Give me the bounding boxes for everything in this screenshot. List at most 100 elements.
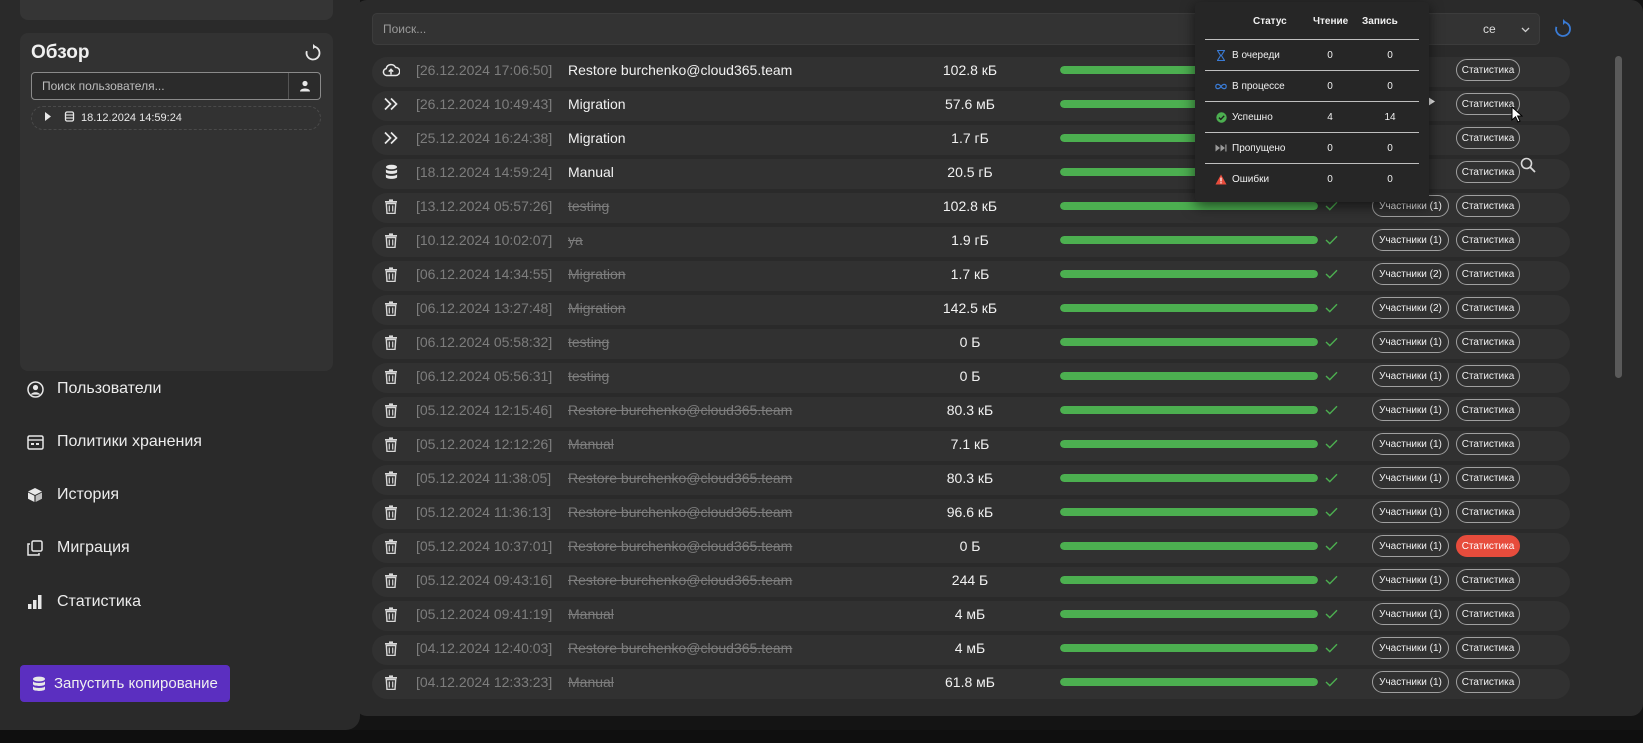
- participants-button[interactable]: Участники (1): [1372, 569, 1449, 591]
- statistics-button[interactable]: Статистика: [1456, 501, 1520, 523]
- statistics-button[interactable]: Статистика: [1456, 365, 1520, 387]
- nav-item-label: Статистика: [57, 593, 142, 610]
- trash-icon: [378, 368, 404, 384]
- statistics-button[interactable]: Статистика: [1456, 127, 1520, 149]
- participants-button[interactable]: Участники (1): [1372, 331, 1449, 353]
- job-row[interactable]: [05.12.2024 11:36:13] Restore burchenko@c…: [372, 495, 1570, 529]
- statistics-button[interactable]: Статистика: [1456, 637, 1520, 659]
- job-row[interactable]: [06.12.2024 05:56:31] testing 0 Б Участники…: [372, 359, 1570, 393]
- nav-item-users[interactable]: Пользователи: [26, 374, 326, 404]
- check-icon: [1325, 439, 1341, 449]
- trash-icon: [378, 538, 404, 554]
- row-search-button[interactable]: [1520, 157, 1538, 175]
- statistics-button[interactable]: Статистика: [1456, 433, 1520, 455]
- job-progress-fill: [1060, 440, 1318, 448]
- check-icon: [1325, 371, 1341, 381]
- job-size: 4 мБ: [954, 606, 986, 622]
- job-row[interactable]: [06.12.2024 14:34:55] Migration 1.7 кБ Учас…: [372, 257, 1570, 291]
- nav-item-label: Пользователи: [57, 380, 162, 397]
- job-row[interactable]: [06.12.2024 13:27:48] Migration 142.5 кБ Уч…: [372, 291, 1570, 325]
- start-backup-button[interactable]: Запустить копирование: [20, 665, 230, 702]
- job-size: 20.5 гБ: [947, 164, 993, 180]
- job-name: Restore burchenko@cloud365.team: [568, 640, 793, 656]
- job-row[interactable]: [10.12.2024 10:02:07] ya 1.9 гБ Участники (…: [372, 223, 1570, 257]
- participants-button[interactable]: Участники (1): [1372, 433, 1449, 455]
- job-row[interactable]: [04.12.2024 12:40:03] Restore burchenko@c…: [372, 631, 1570, 665]
- nav-item-migration[interactable]: Миграция: [26, 533, 326, 563]
- job-row[interactable]: [05.12.2024 12:15:46] Restore burchenko@c…: [372, 393, 1570, 427]
- job-row[interactable]: [05.12.2024 09:41:19] Manual 4 мБ Участники…: [372, 597, 1570, 631]
- nav-item-history[interactable]: История: [26, 480, 326, 510]
- nav-item-label: История: [57, 486, 120, 503]
- job-size: 142.5 кБ: [942, 300, 998, 316]
- job-date: [05.12.2024 12:15:46]: [416, 402, 553, 418]
- participants-button[interactable]: Участники (1): [1372, 467, 1449, 489]
- scrollbar-thumb[interactable]: [1615, 56, 1622, 378]
- filter-select[interactable]: ce: [1445, 13, 1540, 45]
- statistics-button[interactable]: Статистика: [1456, 603, 1520, 625]
- job-row[interactable]: [04.12.2024 12:33:23] Manual 61.8 мБ Участн…: [372, 665, 1570, 699]
- statistics-button[interactable]: Статистика: [1456, 399, 1520, 421]
- refresh-button[interactable]: [303, 43, 323, 63]
- statistics-button[interactable]: Статистика: [1456, 467, 1520, 489]
- popup-header: Статус Чтение Запись: [1195, 16, 1429, 30]
- job-name: Restore burchenko@cloud365.team: [568, 572, 793, 588]
- double-chevron-icon: [378, 97, 404, 111]
- statistics-button[interactable]: Статистика: [1456, 671, 1520, 693]
- database-icon: [32, 676, 46, 692]
- participants-button[interactable]: Участники (1): [1372, 501, 1449, 523]
- job-name: Restore burchenko@cloud365.team: [568, 62, 793, 78]
- job-size: 80.3 кБ: [946, 402, 994, 418]
- job-row[interactable]: [05.12.2024 09:43:16] Restore burchenko@c…: [372, 563, 1570, 597]
- job-row[interactable]: [05.12.2024 12:12:26] Manual 7.1 кБ Участни…: [372, 427, 1570, 461]
- participants-button[interactable]: Участники (2): [1372, 297, 1449, 319]
- participants-button[interactable]: Участники (1): [1372, 365, 1449, 387]
- tree-node[interactable]: 18.12.2024 14:59:24: [31, 106, 321, 130]
- job-date: [05.12.2024 11:38:05]: [416, 470, 552, 486]
- participants-button[interactable]: Участники (1): [1372, 603, 1449, 625]
- nav-item-statistics[interactable]: Статистика: [26, 587, 326, 617]
- participants-button[interactable]: Участники (1): [1372, 637, 1449, 659]
- skip-icon: [1215, 144, 1227, 152]
- job-size: 4 мБ: [954, 640, 986, 656]
- job-row[interactable]: [05.12.2024 11:38:05] Restore burchenko@c…: [372, 461, 1570, 495]
- job-size: 1.9 гБ: [951, 232, 989, 248]
- job-size: 102.8 кБ: [942, 198, 998, 214]
- statistics-button[interactable]: Статистика: [1456, 331, 1520, 353]
- statistics-button[interactable]: Статистика: [1456, 263, 1520, 285]
- statistics-button[interactable]: Статистика: [1456, 195, 1520, 217]
- job-progress-bar: [1060, 270, 1318, 278]
- nav-item-retention-policies[interactable]: Политики хранения: [26, 427, 326, 457]
- statistics-button[interactable]: Статистика: [1456, 569, 1520, 591]
- participants-button[interactable]: Участники (1): [1372, 535, 1449, 557]
- double-chevron-icon: [378, 131, 404, 145]
- statistics-button[interactable]: Статистика: [1456, 59, 1520, 81]
- participants-button[interactable]: Участники (1): [1372, 229, 1449, 251]
- caret-right-icon[interactable]: [44, 112, 54, 124]
- participants-button[interactable]: Участники (1): [1372, 671, 1449, 693]
- job-progress-bar: [1060, 372, 1318, 380]
- job-progress-bar: [1060, 440, 1318, 448]
- statistics-button[interactable]: Статистика: [1456, 297, 1520, 319]
- job-size: 1.7 гБ: [951, 130, 989, 146]
- popup-status-row: В очереди 0 0: [1205, 39, 1419, 70]
- job-row[interactable]: [06.12.2024 05:58:32] testing 0 Б Участники…: [372, 325, 1570, 359]
- participants-button[interactable]: Участники (2): [1372, 263, 1449, 285]
- user-search-input[interactable]: [32, 73, 288, 99]
- user-search-button[interactable]: [288, 73, 320, 99]
- list-refresh-button[interactable]: [1551, 17, 1575, 41]
- check-icon: [1325, 507, 1341, 517]
- participants-button[interactable]: Участники (1): [1372, 399, 1449, 421]
- popup-status-row: Успешно 4 14: [1205, 101, 1419, 132]
- statistics-button[interactable]: Статистика: [1456, 229, 1520, 251]
- check-circle-icon: [1215, 111, 1227, 123]
- trash-icon: [378, 470, 404, 486]
- database-small-icon: [64, 111, 75, 125]
- popup-header-read: Чтение: [1313, 16, 1349, 27]
- job-date: [04.12.2024 12:40:03]: [416, 640, 553, 656]
- statistics-button[interactable]: Статистика: [1456, 535, 1520, 557]
- statistics-button[interactable]: Статистика: [1456, 161, 1520, 183]
- job-row[interactable]: [05.12.2024 10:37:01] Restore burchenko@c…: [372, 529, 1570, 563]
- trash-icon: [378, 606, 404, 622]
- job-size: 7.1 кБ: [950, 436, 990, 452]
